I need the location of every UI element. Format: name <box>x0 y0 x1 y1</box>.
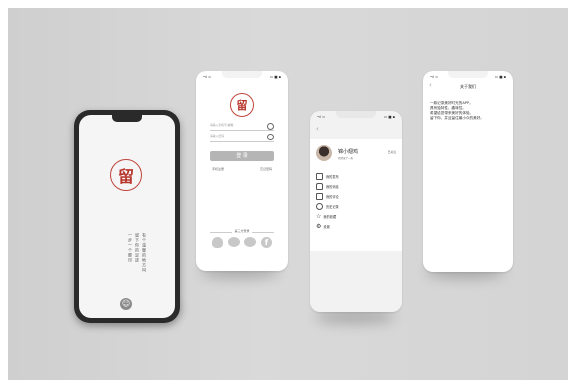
follow-badge[interactable]: 已关注 <box>388 150 396 154</box>
menu-item-label: 我的评论 <box>326 194 339 199</box>
battery-indicator: ▭ ■ ▪ <box>269 75 281 79</box>
phone-shadow <box>315 310 395 324</box>
menu-list: 我的发布 我的消息 我的评论 历史记录 ☆ 我的收藏 ⚙ 设置 <box>310 171 402 251</box>
notch <box>112 115 142 122</box>
profile-screen: •ıl ≈ ▭ ■ ▪ ‹ 锦小翅鸡 已经来了一天 已关注 我的发布 我的消息 … <box>310 111 402 312</box>
menu-item-my-posts[interactable]: 我的发布 <box>316 171 396 181</box>
menu-item-messages[interactable]: 我的消息 <box>316 181 396 191</box>
qq-icon[interactable] <box>212 237 223 248</box>
password-field[interactable]: 请输入密码 <box>210 134 274 142</box>
menu-item-comments[interactable]: 我的评论 <box>316 191 396 201</box>
password-placeholder: 请输入密码 <box>210 134 224 138</box>
menu-item-label: 我的发布 <box>326 174 339 179</box>
status-bar: •ıl ≈ ▭ ■ ▪ <box>310 111 402 121</box>
tagline-3: 一步一个脚印 <box>128 233 133 263</box>
menu-item-favorites[interactable]: ☆ 我的收藏 <box>316 211 396 221</box>
bell-icon <box>316 182 323 190</box>
signal-indicator: •ıl ≈ <box>317 115 326 119</box>
phone-device: 留 有个温暖的地方叫 留下你的足迹 一步一个脚印 ☺ <box>74 110 180 323</box>
avatar[interactable] <box>316 145 332 161</box>
clock-icon <box>316 202 323 210</box>
about-screen: •ıl ≈ ▭ ■ ▪ ‹ 关于我们 一款记录美好时光的APP。 具有独特性、趣… <box>423 71 513 272</box>
profile-subtitle: 已经来了一天 <box>338 157 354 160</box>
about-line-4: 留下你，并且留住最小众的美好。 <box>430 116 484 120</box>
menu-item-label: 我的消息 <box>326 184 339 189</box>
tagline-2: 留下你的足迹 <box>135 233 140 263</box>
menu-item-label: 设置 <box>323 224 330 229</box>
profile-card: 锦小翅鸡 已经来了一天 已关注 <box>310 139 402 171</box>
menu-item-settings[interactable]: ⚙ 设置 <box>316 221 396 231</box>
third-party-icons: f <box>212 237 272 248</box>
back-icon[interactable]: ‹ <box>316 125 319 133</box>
app-logo-seal: 留 <box>230 93 254 117</box>
signal-indicator: •ıl ≈ <box>203 75 212 79</box>
forgot-password-link[interactable]: 忘记密码 <box>260 167 272 171</box>
clear-icon[interactable] <box>267 123 274 130</box>
signal-indicator: •ıl ≈ <box>430 75 439 79</box>
splash-screen: 留 有个温暖的地方叫 留下你的足迹 一步一个脚印 ☺ <box>79 115 175 318</box>
gear-icon: ⚙ <box>316 222 322 230</box>
register-link[interactable]: 手机注册 <box>212 167 224 171</box>
star-icon: ☆ <box>316 212 322 220</box>
battery-indicator: ▭ ■ ▪ <box>383 115 395 119</box>
menu-item-history[interactable]: 历史记录 <box>316 201 396 211</box>
account-field[interactable]: 请输入手机号/邮箱 <box>210 123 274 131</box>
account-placeholder: 请输入手机号/邮箱 <box>210 123 234 127</box>
app-logo-seal: 留 <box>110 159 142 191</box>
edit-icon <box>316 172 323 180</box>
third-party-label: 第三方登录 <box>232 229 252 233</box>
page-title: 关于我们 <box>460 84 476 89</box>
weibo-icon[interactable] <box>244 237 257 247</box>
facebook-icon[interactable]: f <box>260 237 272 248</box>
user-icon[interactable]: ☺ <box>120 298 132 310</box>
tagline-1: 有个温暖的地方叫 <box>142 233 147 273</box>
menu-item-label: 我的收藏 <box>323 214 337 219</box>
battery-indicator: ▭ ■ ▪ <box>494 75 506 79</box>
login-screen: •ıl ≈ ▭ ■ ▪ 留 请输入手机号/邮箱 请输入密码 登 录 手机注册 忘… <box>196 71 288 271</box>
comment-icon <box>316 192 323 200</box>
wechat-icon[interactable] <box>227 237 240 247</box>
login-button[interactable]: 登 录 <box>210 151 274 161</box>
status-bar: •ıl ≈ ▭ ■ ▪ <box>423 71 513 81</box>
about-text: 一款记录美好时光的APP。 具有独特性、趣味性。 希望给您带来美好的体验。 留下… <box>430 101 507 121</box>
username: 锦小翅鸡 <box>338 149 359 155</box>
status-bar: •ıl ≈ ▭ ■ ▪ <box>196 71 288 81</box>
menu-item-label: 历史记录 <box>326 204 339 209</box>
eye-icon[interactable] <box>267 134 274 140</box>
